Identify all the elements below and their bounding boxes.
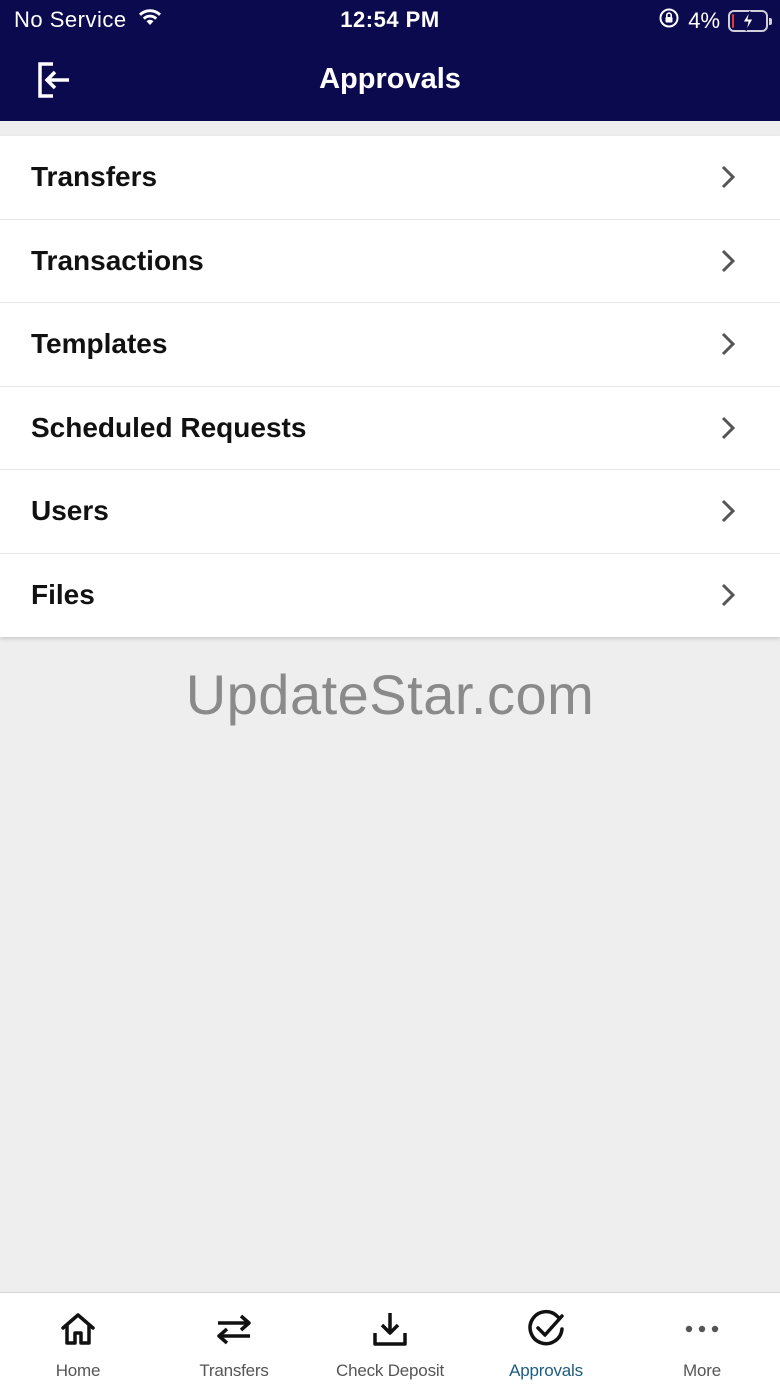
app-screen: No Service 12:54 PM 4% Approvals Transfe…	[0, 0, 780, 1387]
chevron-right-icon	[721, 416, 736, 439]
top-bar: No Service 12:54 PM 4% Approvals	[0, 0, 780, 121]
tab-label: Approvals	[509, 1361, 583, 1380]
download-tray-icon	[368, 1307, 412, 1351]
menu-item-label: Users	[31, 495, 109, 527]
tab-check-deposit[interactable]: Check Deposit	[312, 1293, 468, 1387]
chevron-right-icon	[721, 166, 736, 189]
battery-icon	[728, 10, 772, 32]
chevron-right-icon	[721, 333, 736, 356]
menu-item-transactions[interactable]: Transactions	[0, 220, 780, 303]
app-header: Approvals	[0, 40, 780, 121]
transfer-arrows-icon	[212, 1307, 256, 1351]
tab-label: Transfers	[199, 1361, 269, 1380]
status-right: 4%	[658, 7, 772, 35]
approvals-menu: Transfers Transactions Templates Schedul…	[0, 136, 780, 637]
menu-item-transfers[interactable]: Transfers	[0, 136, 780, 220]
status-bar: No Service 12:54 PM 4%	[0, 0, 780, 40]
tab-label: More	[683, 1361, 721, 1380]
chevron-right-icon	[721, 249, 736, 272]
bottom-tab-bar: Home Transfers Check Deposit Approvals M…	[0, 1292, 780, 1387]
battery-percent: 4%	[688, 8, 720, 33]
menu-item-users[interactable]: Users	[0, 470, 780, 554]
menu-item-label: Transactions	[31, 244, 204, 276]
orientation-lock-icon	[658, 7, 680, 35]
charging-bolt-icon	[742, 10, 754, 32]
tab-label: Check Deposit	[336, 1361, 444, 1380]
menu-item-templates[interactable]: Templates	[0, 303, 780, 387]
tab-home[interactable]: Home	[0, 1293, 156, 1387]
wifi-icon	[137, 7, 163, 33]
menu-item-scheduled-requests[interactable]: Scheduled Requests	[0, 387, 780, 470]
home-icon	[56, 1307, 100, 1351]
tab-transfers[interactable]: Transfers	[156, 1293, 312, 1387]
chevron-right-icon	[721, 584, 736, 607]
tab-more[interactable]: More	[624, 1293, 780, 1387]
check-circle-icon	[524, 1307, 568, 1351]
menu-item-files[interactable]: Files	[0, 554, 780, 638]
ellipsis-icon	[680, 1307, 724, 1351]
menu-item-label: Files	[31, 579, 95, 611]
chevron-right-icon	[721, 500, 736, 523]
status-left: No Service	[14, 7, 163, 33]
menu-item-label: Templates	[31, 328, 168, 360]
carrier-text: No Service	[14, 7, 127, 32]
tab-label: Home	[55, 1361, 101, 1380]
menu-item-label: Scheduled Requests	[31, 411, 307, 443]
tab-approvals[interactable]: Approvals	[468, 1293, 624, 1387]
watermark-text: UpdateStar.com	[185, 663, 595, 726]
menu-item-label: Transfers	[31, 161, 158, 193]
battery-level	[732, 14, 734, 28]
page-title: Approvals	[319, 63, 461, 95]
